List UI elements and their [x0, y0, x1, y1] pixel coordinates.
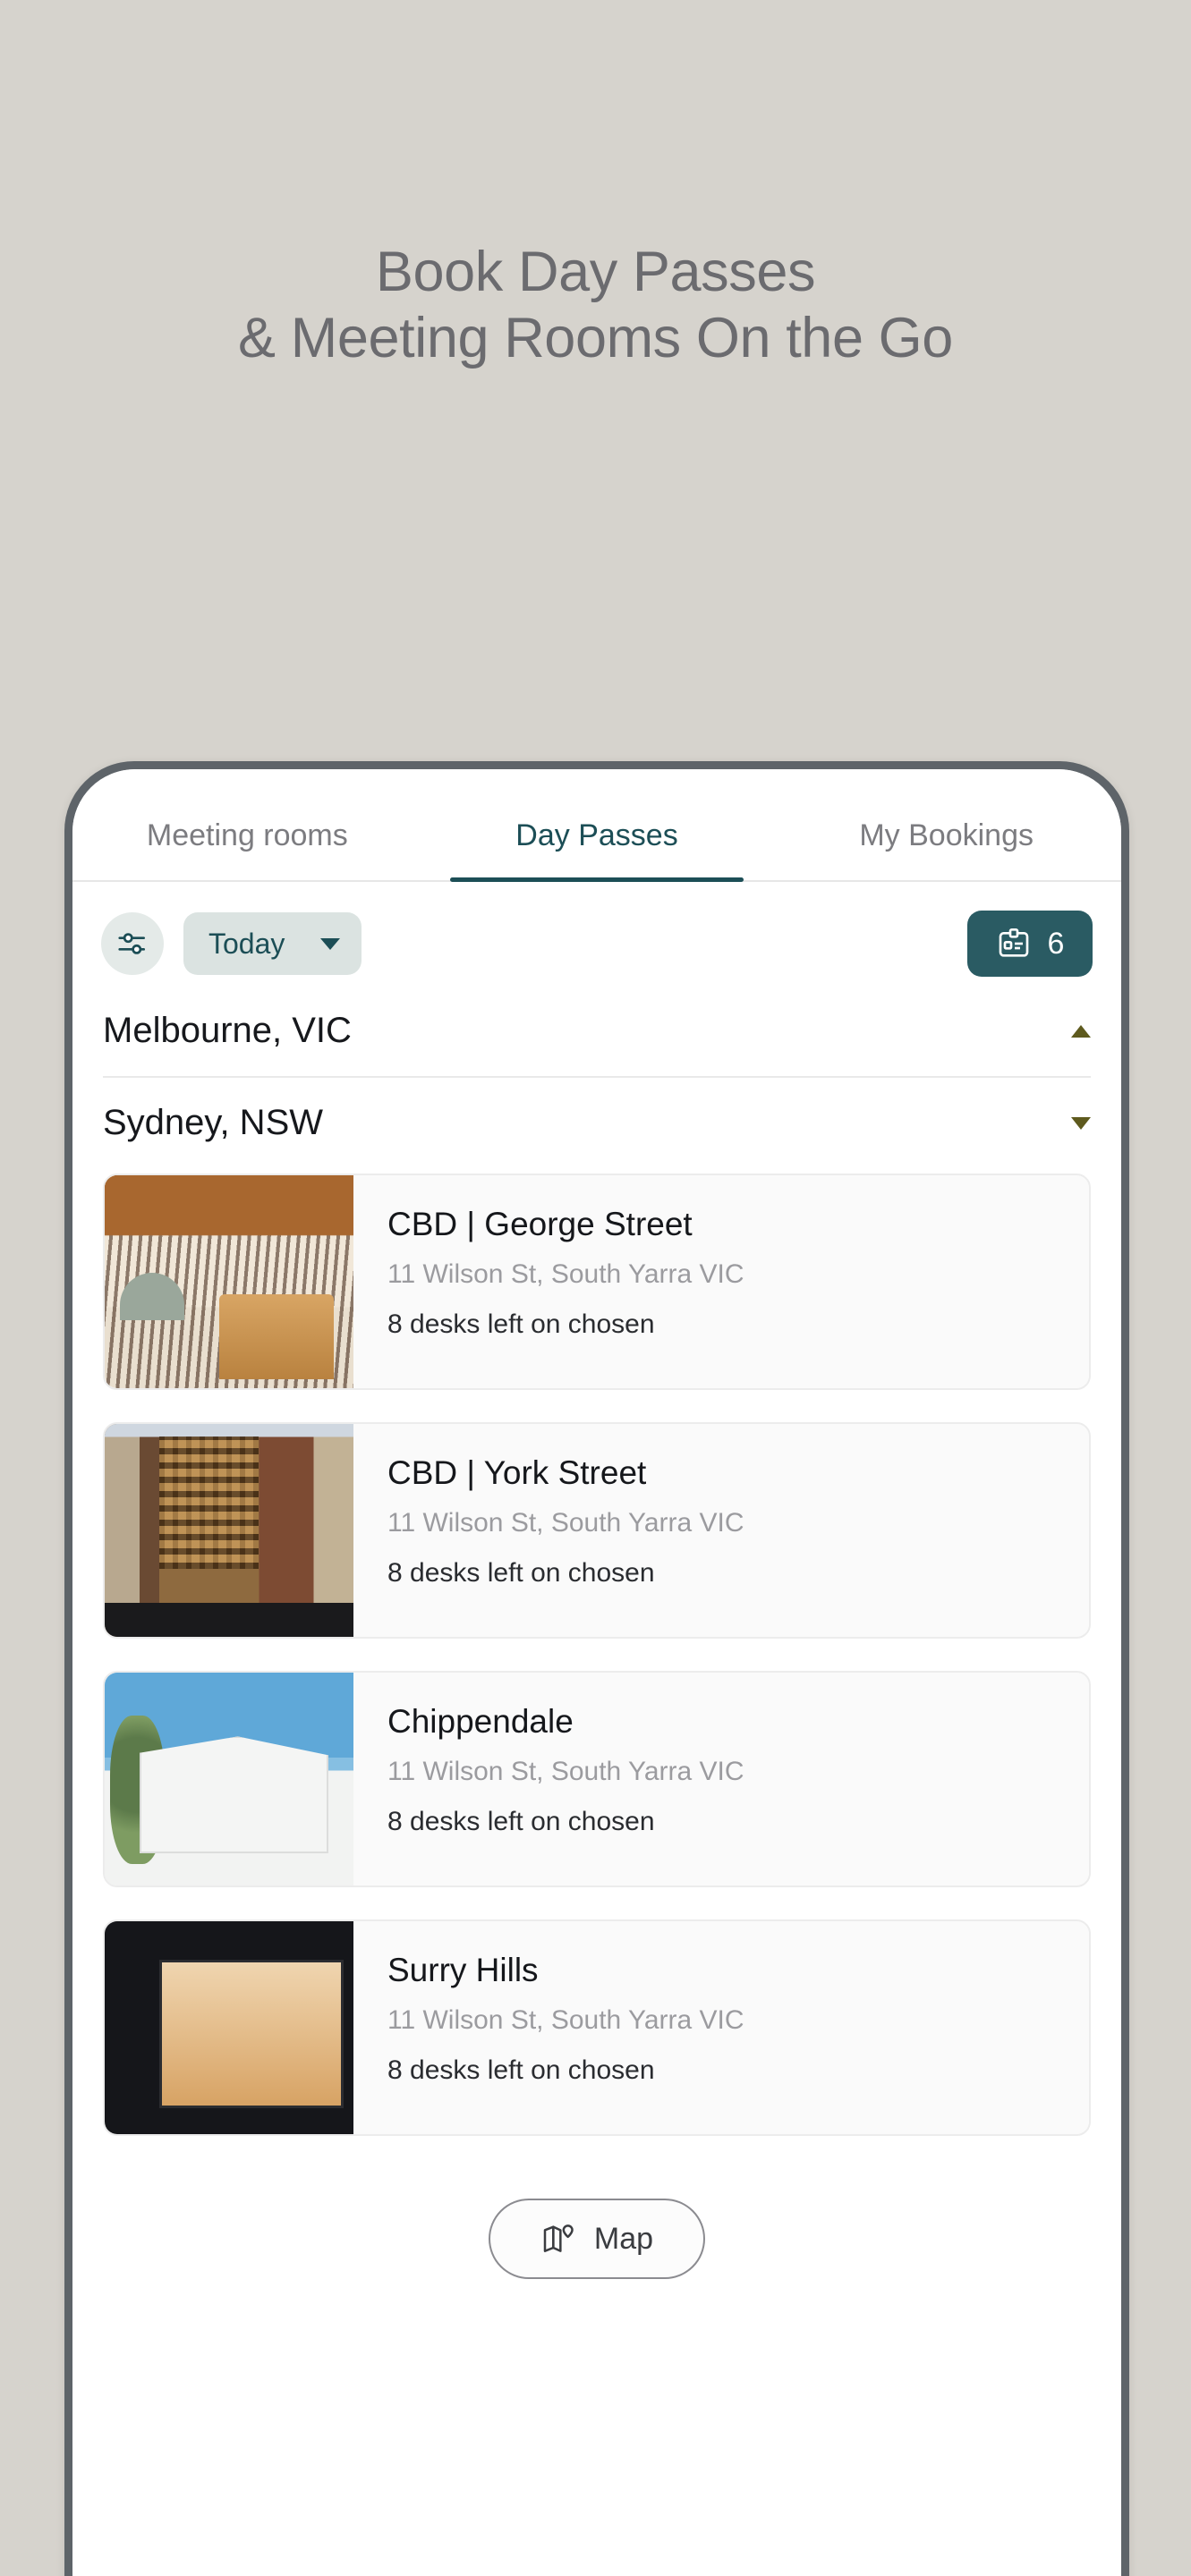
id-card-icon	[999, 928, 1028, 957]
location-thumbnail	[105, 1673, 353, 1885]
location-availability: 8 desks left on chosen	[387, 1807, 655, 1836]
location-availability: 8 desks left on chosen	[387, 1309, 655, 1339]
map-button-container: Map	[72, 2168, 1121, 2279]
location-details: Chippendale 11 Wilson St, South Yarra VI…	[353, 1673, 1089, 1885]
list-item[interactable]: Chippendale 11 Wilson St, South Yarra VI…	[103, 1671, 1091, 1887]
tab-day-passes-label: Day Passes	[515, 818, 678, 852]
location-title: CBD | George Street	[387, 1206, 693, 1242]
location-details: CBD | York Street 11 Wilson St, South Ya…	[353, 1424, 1089, 1637]
tab-bar: Meeting rooms Day Passes My Bookings	[72, 769, 1121, 882]
date-filter-label: Today	[208, 927, 285, 960]
pass-count-value: 6	[1047, 926, 1065, 961]
location-address: 11 Wilson St, South Yarra VIC	[387, 1508, 744, 1538]
city-group-sydney-label: Sydney, NSW	[103, 1103, 323, 1142]
phone-mockup-frame: Meeting rooms Day Passes My Bookings Tod…	[64, 761, 1129, 2576]
chevron-down-icon[interactable]	[1071, 1116, 1091, 1130]
night-glass-storefront-photo	[105, 1921, 353, 2134]
location-details: CBD | George Street 11 Wilson St, South …	[353, 1175, 1089, 1388]
tab-meeting-rooms[interactable]: Meeting rooms	[72, 818, 422, 880]
sliders-icon	[118, 933, 146, 954]
tab-meeting-rooms-label: Meeting rooms	[146, 818, 348, 852]
tab-my-bookings[interactable]: My Bookings	[771, 818, 1121, 880]
location-list: CBD | George Street 11 Wilson St, South …	[72, 1168, 1121, 2136]
map-pin-icon	[543, 2224, 574, 2252]
brick-glass-building-facade-photo	[105, 1424, 353, 1637]
page-title: Book Day Passes & Meeting Rooms On the G…	[0, 240, 1191, 371]
tab-day-passes[interactable]: Day Passes	[422, 818, 772, 882]
filter-button[interactable]	[101, 912, 164, 975]
location-availability: 8 desks left on chosen	[387, 2055, 655, 2085]
white-corner-building-photo	[105, 1673, 353, 1885]
city-group-melbourne[interactable]: Melbourne, VIC	[72, 986, 1121, 1076]
city-group-melbourne-label: Melbourne, VIC	[103, 1011, 352, 1050]
map-button[interactable]: Map	[488, 2199, 706, 2279]
chevron-down-icon	[320, 937, 341, 950]
location-title: Surry Hills	[387, 1952, 539, 1988]
list-item[interactable]: Surry Hills 11 Wilson St, South Yarra VI…	[103, 1919, 1091, 2136]
headline-line-2: & Meeting Rooms On the Go	[238, 306, 953, 369]
city-group-sydney[interactable]: Sydney, NSW	[72, 1078, 1121, 1168]
tab-my-bookings-label: My Bookings	[859, 818, 1034, 852]
location-availability: 8 desks left on chosen	[387, 1558, 655, 1588]
coworking-lounge-interior-photo	[105, 1175, 353, 1388]
list-item[interactable]: CBD | George Street 11 Wilson St, South …	[103, 1174, 1091, 1390]
location-title: CBD | York Street	[387, 1454, 647, 1491]
location-details: Surry Hills 11 Wilson St, South Yarra VI…	[353, 1921, 1089, 2134]
location-thumbnail	[105, 1921, 353, 2134]
headline-line-1: Book Day Passes	[375, 241, 816, 303]
location-thumbnail	[105, 1424, 353, 1637]
location-address: 11 Wilson St, South Yarra VIC	[387, 2005, 744, 2035]
list-item[interactable]: CBD | York Street 11 Wilson St, South Ya…	[103, 1422, 1091, 1639]
location-title: Chippendale	[387, 1703, 574, 1740]
date-filter-chip[interactable]: Today	[183, 912, 362, 975]
toolbar: Today 6	[72, 882, 1121, 986]
map-button-label: Map	[593, 2221, 654, 2256]
chevron-up-icon[interactable]	[1071, 1024, 1091, 1038]
promo-page: Book Day Passes & Meeting Rooms On the G…	[0, 0, 1191, 2576]
phone-screen: Meeting rooms Day Passes My Bookings Tod…	[72, 769, 1121, 2576]
location-address: 11 Wilson St, South Yarra VIC	[387, 1259, 744, 1289]
location-thumbnail	[105, 1175, 353, 1388]
location-address: 11 Wilson St, South Yarra VIC	[387, 1757, 744, 1786]
pass-count-badge[interactable]: 6	[967, 911, 1093, 977]
